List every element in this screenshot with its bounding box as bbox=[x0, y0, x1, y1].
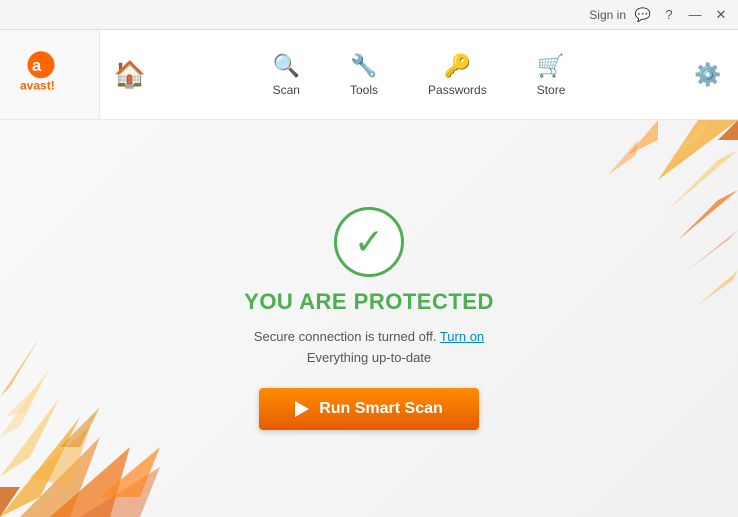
secure-connection-text: Secure connection is turned off. bbox=[254, 329, 437, 344]
title-bar-actions: Sign in 💬 ? — ✕ bbox=[589, 6, 730, 24]
status-lines: Secure connection is turned off. Turn on… bbox=[254, 327, 484, 369]
logo-area: a avast! bbox=[0, 30, 100, 119]
turn-on-link[interactable]: Turn on bbox=[440, 329, 484, 344]
nav-item-tools[interactable]: 🔧 Tools bbox=[330, 30, 398, 119]
check-mark-icon: ✓ bbox=[354, 224, 384, 260]
settings-icon[interactable]: ⚙️ bbox=[694, 62, 721, 88]
center-content: ✓ YOU ARE PROTECTED Secure connection is… bbox=[244, 207, 494, 431]
main-content: ✓ YOU ARE PROTECTED Secure connection is… bbox=[0, 120, 738, 517]
store-icon: 🛒 bbox=[537, 53, 564, 79]
nav-item-store[interactable]: 🛒 Store bbox=[517, 30, 586, 119]
home-icon[interactable]: 🏠 bbox=[114, 59, 146, 90]
passwords-icon: 🔑 bbox=[444, 53, 471, 79]
nav-item-scan[interactable]: 🔍 Scan bbox=[253, 30, 320, 119]
you-are-text: YOU ARE bbox=[244, 289, 354, 314]
close-button[interactable]: ✕ bbox=[712, 6, 730, 24]
decoration-left bbox=[0, 237, 200, 517]
play-icon bbox=[295, 401, 309, 417]
run-smart-scan-button[interactable]: Run Smart Scan bbox=[259, 388, 479, 430]
svg-text:avast!: avast! bbox=[20, 79, 55, 93]
avast-logo: a avast! bbox=[20, 47, 80, 102]
tools-icon: 🔧 bbox=[350, 53, 377, 79]
title-bar: Sign in 💬 ? — ✕ bbox=[0, 0, 738, 30]
passwords-label: Passwords bbox=[428, 83, 487, 97]
scan-button-label: Run Smart Scan bbox=[319, 400, 443, 418]
svg-text:a: a bbox=[32, 57, 42, 75]
chat-icon[interactable]: 💬 bbox=[634, 6, 652, 24]
protection-title: YOU ARE PROTECTED bbox=[244, 289, 494, 315]
tools-label: Tools bbox=[350, 83, 378, 97]
store-label: Store bbox=[537, 83, 566, 97]
up-to-date-text: Everything up-to-date bbox=[307, 350, 431, 365]
help-button[interactable]: ? bbox=[660, 6, 678, 24]
home-area[interactable]: 🏠 bbox=[100, 30, 160, 119]
settings-area[interactable]: ⚙️ bbox=[678, 30, 738, 119]
decoration-right bbox=[558, 120, 738, 380]
nav-area: 🔍 Scan 🔧 Tools 🔑 Passwords 🛒 Store bbox=[160, 30, 678, 119]
scan-label: Scan bbox=[273, 83, 300, 97]
sign-in-link[interactable]: Sign in bbox=[589, 8, 626, 22]
protection-check-circle: ✓ bbox=[334, 207, 404, 277]
header: a avast! 🏠 🔍 Scan 🔧 Tools 🔑 Passwords 🛒 … bbox=[0, 30, 738, 120]
protected-text: PROTECTED bbox=[354, 289, 494, 314]
scan-icon: 🔍 bbox=[273, 53, 300, 79]
minimize-button[interactable]: — bbox=[686, 6, 704, 24]
nav-item-passwords[interactable]: 🔑 Passwords bbox=[408, 30, 507, 119]
